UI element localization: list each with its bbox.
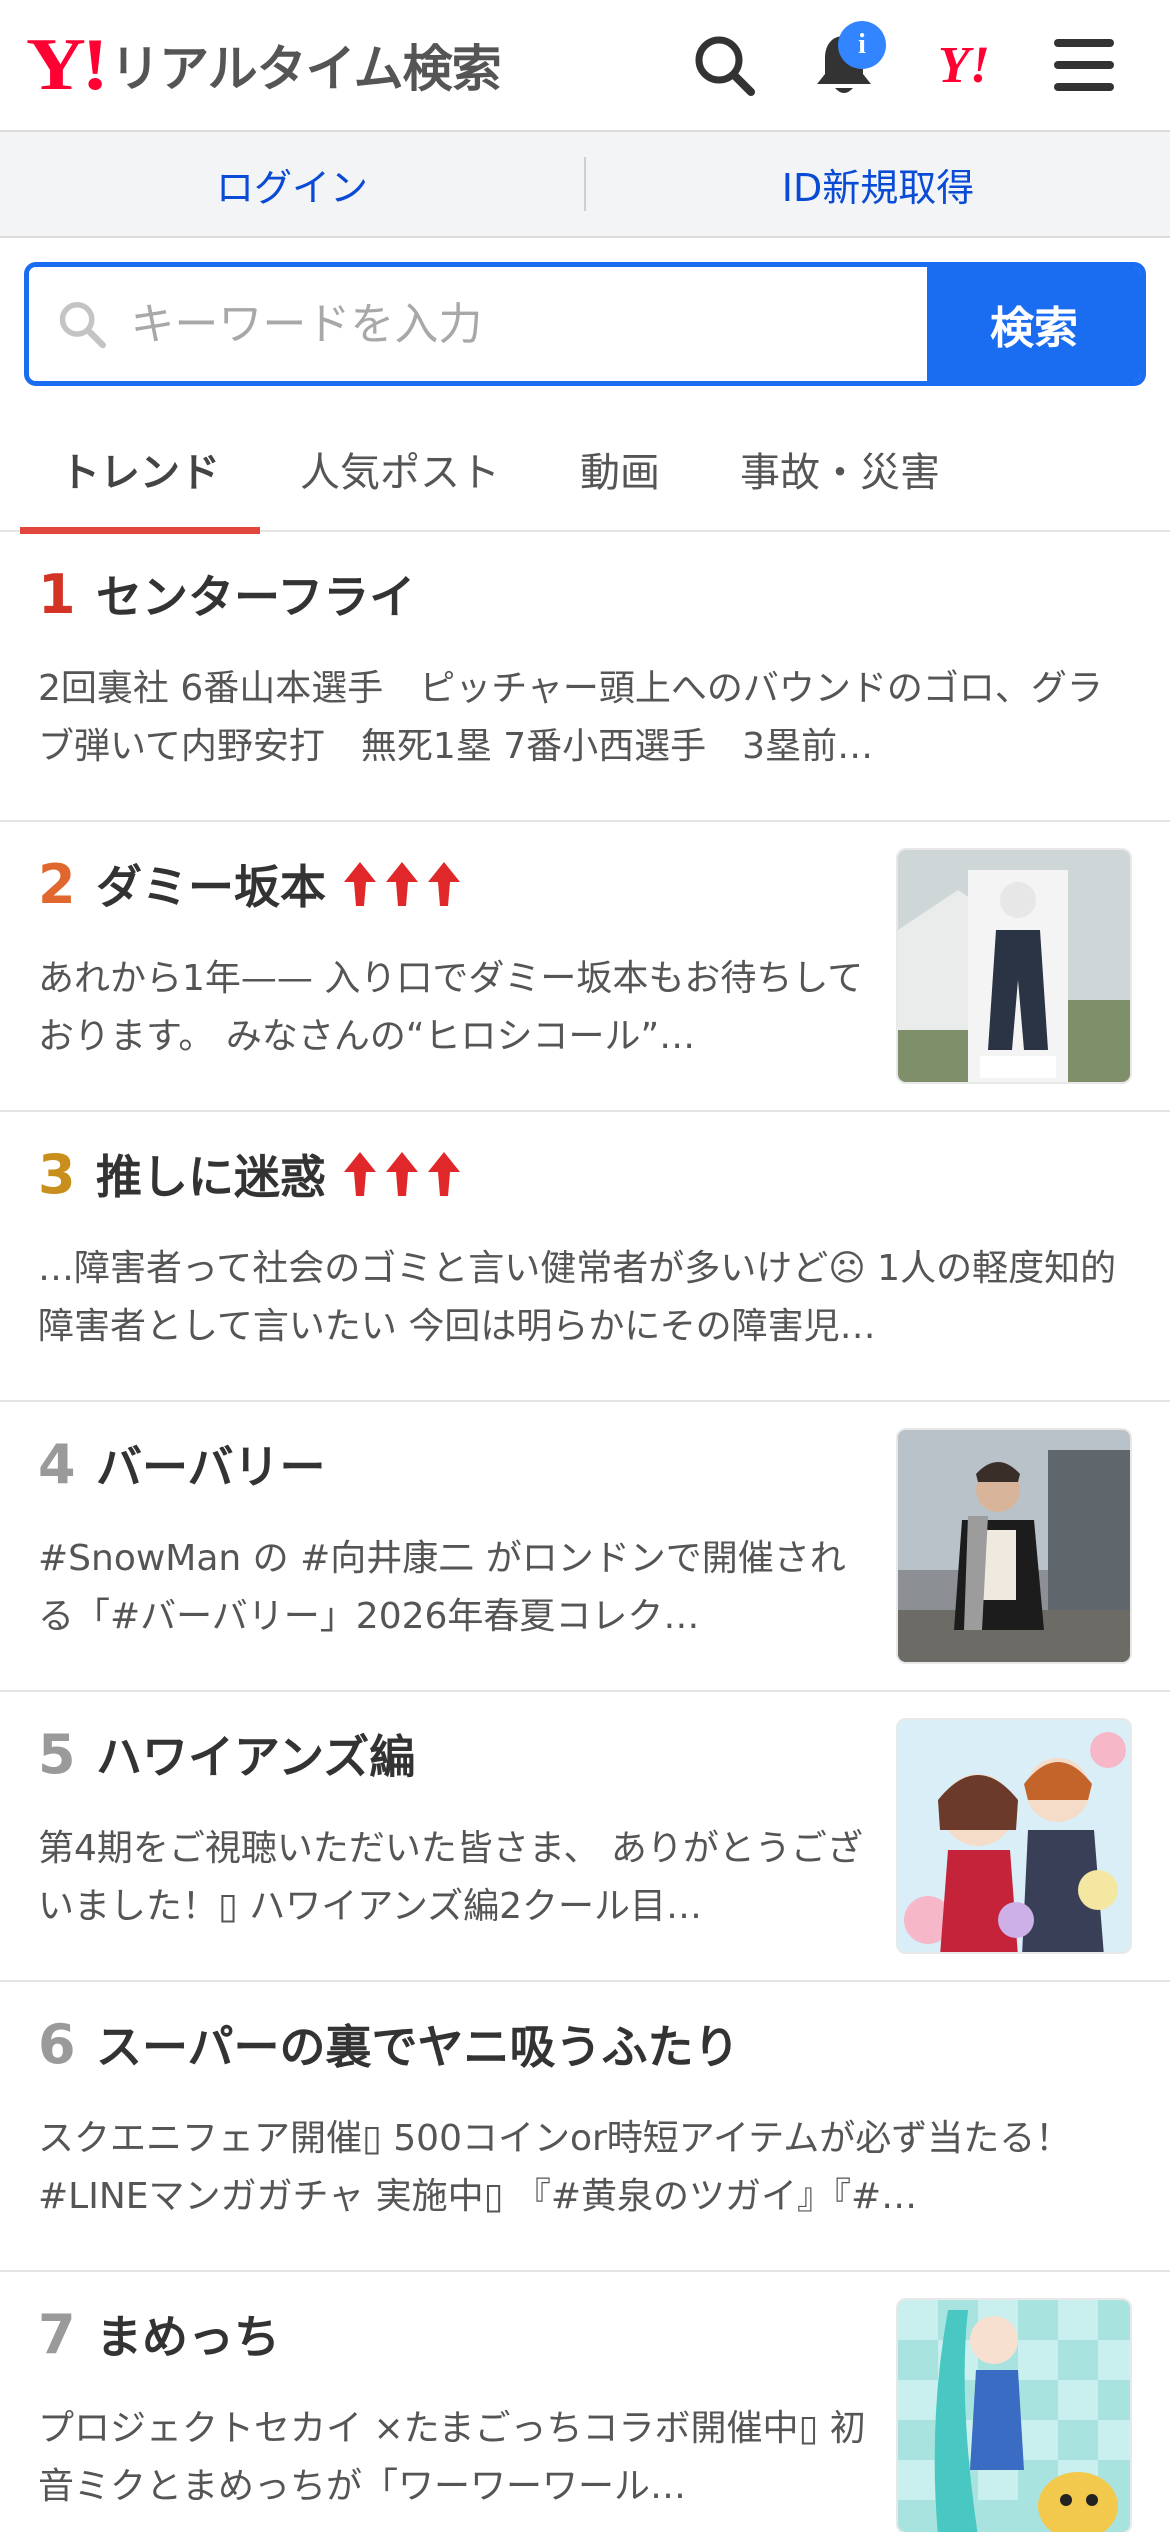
notification-bell-icon[interactable]: i xyxy=(784,15,904,115)
trend-description: #SnowMan の #向井康二 がロンドンで開催される「#バーバリー」2026… xyxy=(38,1538,846,1637)
category-tabs: トレンド 人気ポスト 動画 事故・災害 xyxy=(0,406,1170,534)
tab-trend[interactable]: トレンド xyxy=(20,406,260,534)
trend-title: ダミー坂本 xyxy=(96,860,326,914)
trend-thumbnail xyxy=(896,2298,1132,2532)
search-field-icon xyxy=(59,302,106,349)
tab-accidents-disasters[interactable]: 事故・災害 xyxy=(700,406,980,532)
rank-number: 3 xyxy=(38,1142,76,1206)
rank-number: 5 xyxy=(38,1722,76,1786)
site-logo[interactable]: Y! リアルタイム検索 xyxy=(26,24,502,106)
trend-title: センターフライ xyxy=(96,570,416,624)
register-link[interactable]: ID新規取得 xyxy=(586,157,1170,212)
app-header: Y! リアルタイム検索 i Y! xyxy=(0,0,1170,132)
trend-description: スクエニフェア開催▯ 500コインor時短アイテムが必ず当たる！ #LINEマン… xyxy=(38,2118,1072,2217)
logo-title: リアルタイム検索 xyxy=(110,40,501,98)
rank-number: 6 xyxy=(38,2012,76,2076)
trend-list: 1 センターフライ 2回裏社 6番山本選手 ピッチャー頭上へのバウンドのゴロ、グ… xyxy=(0,532,1170,2532)
trend-description: プロジェクトセカイ ×たまごっちコラボ開催中▯ 初音ミクとまめっちが「ワーワーワ… xyxy=(38,2408,866,2507)
trend-title: バーバリー xyxy=(96,1440,326,1494)
trend-item[interactable]: 3 推しに迷惑 …障害者って社会のゴミと言い健常者が多いけど☹ 1人の軽度知的障… xyxy=(0,1112,1170,1402)
login-link[interactable]: ログイン xyxy=(0,157,584,212)
trend-item[interactable]: 4 バーバリー #SnowMan の #向井康二 がロンドンで開催される「#バー… xyxy=(0,1402,1170,1692)
rank-number: 1 xyxy=(38,562,76,626)
trending-up-arrows-icon xyxy=(340,1150,466,1198)
trend-title: 推しに迷惑 xyxy=(96,1150,326,1204)
rank-number: 7 xyxy=(38,2302,76,2366)
search-field[interactable] xyxy=(29,267,927,381)
search-box: 検索 xyxy=(24,262,1146,386)
yahoo-logo-mark: Y! xyxy=(26,24,109,106)
trend-description: 2回裏社 6番山本選手 ピッチャー頭上へのバウンドのゴロ、グラブ弾いて内野安打 … xyxy=(38,668,1103,767)
yahoo-home-link[interactable]: Y! xyxy=(904,15,1024,115)
search-button[interactable]: 検索 xyxy=(927,267,1141,381)
trend-item[interactable]: 2 ダミー坂本 あれから1年—— 入り口でダミー坂本もお待ちしております。 みな… xyxy=(0,822,1170,1112)
trend-thumbnail xyxy=(896,1428,1132,1664)
trend-thumbnail xyxy=(896,1718,1132,1954)
menu-icon[interactable] xyxy=(1024,15,1144,115)
yahoo-mini-logo: Y! xyxy=(938,36,990,94)
tab-videos[interactable]: 動画 xyxy=(540,406,700,532)
rank-number: 2 xyxy=(38,852,76,916)
trend-description: …障害者って社会のゴミと言い健常者が多いけど☹ 1人の軽度知的障害者として言いた… xyxy=(38,1248,1117,1347)
trend-title: スーパーの裏でヤニ吸うふたり xyxy=(96,2020,740,2074)
trend-description: あれから1年—— 入り口でダミー坂本もお待ちしております。 みなさんの“ヒロシコ… xyxy=(38,958,864,1057)
header-actions: i Y! xyxy=(664,15,1144,115)
trend-description: 第4期をご視聴いただいた皆さま、 ありがとうございました！▯ ハワイアンズ編2ク… xyxy=(38,1828,863,1927)
trending-up-arrows-icon xyxy=(340,860,466,908)
trend-item[interactable]: 6 スーパーの裏でヤニ吸うふたり スクエニフェア開催▯ 500コインor時短アイ… xyxy=(0,1982,1170,2272)
rank-number: 4 xyxy=(38,1432,76,1496)
trend-item[interactable]: 5 ハワイアンズ編 第4期をご視聴いただいた皆さま、 ありがとうございました！▯… xyxy=(0,1692,1170,1982)
trend-item[interactable]: 1 センターフライ 2回裏社 6番山本選手 ピッチャー頭上へのバウンドのゴロ、グ… xyxy=(0,532,1170,822)
trend-item[interactable]: 7 まめっち プロジェクトセカイ ×たまごっちコラボ開催中▯ 初音ミクとまめっち… xyxy=(0,2272,1170,2532)
notification-badge: i xyxy=(838,21,886,69)
search-icon[interactable] xyxy=(664,15,784,115)
tab-popular-posts[interactable]: 人気ポスト xyxy=(260,406,540,532)
trend-title: まめっち xyxy=(96,2310,280,2364)
search-input[interactable] xyxy=(130,298,927,350)
search-area: 検索 xyxy=(0,238,1170,386)
trend-thumbnail xyxy=(896,848,1132,1084)
login-bar: ログイン ID新規取得 xyxy=(0,132,1170,238)
trend-title: ハワイアンズ編 xyxy=(96,1730,416,1784)
